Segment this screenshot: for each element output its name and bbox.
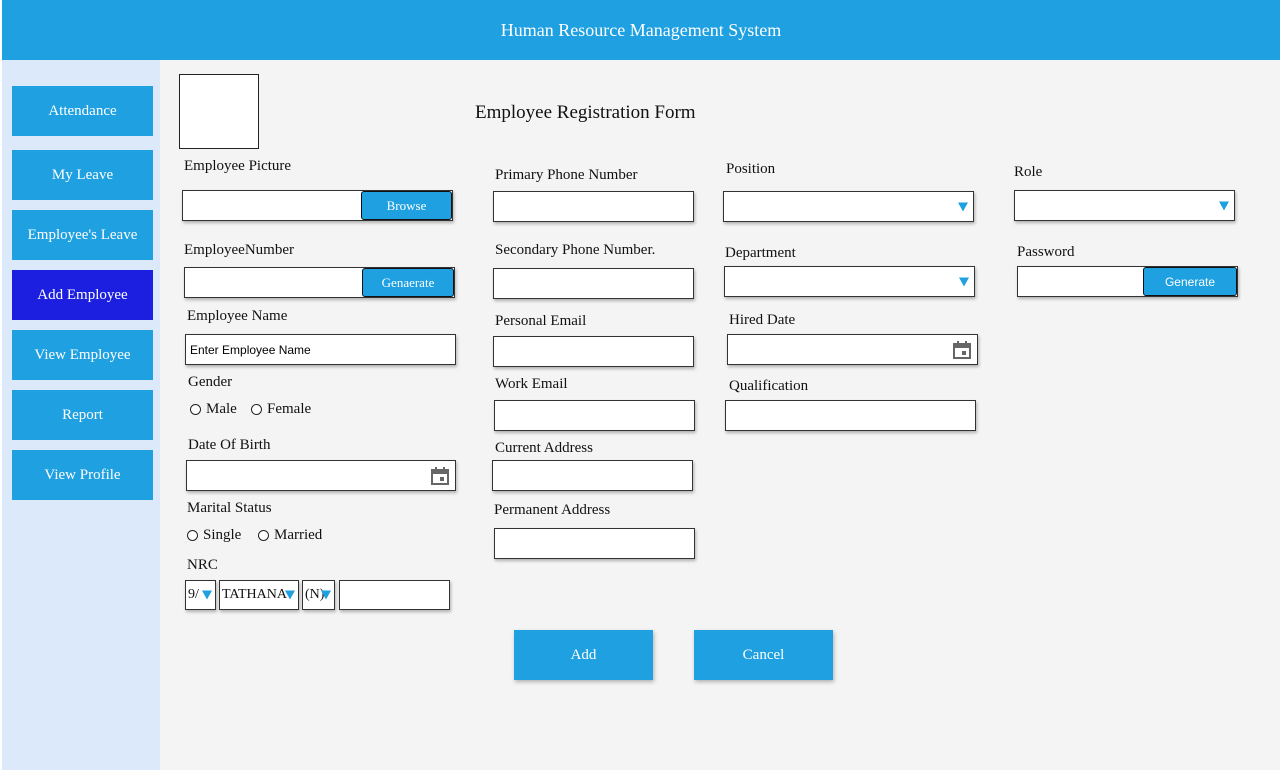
gender-label: Gender: [188, 374, 233, 390]
password-label: Password: [1017, 244, 1075, 260]
qualification-field[interactable]: [725, 400, 976, 431]
marital-single-option[interactable]: Single: [187, 527, 241, 544]
sidebar-item-attendance[interactable]: Attendance: [12, 86, 153, 136]
nrc-state-select[interactable]: 9/: [185, 580, 216, 610]
gender-male-radio[interactable]: [190, 404, 201, 415]
employee-picture-preview: [179, 74, 259, 149]
qualification-label: Qualification: [729, 378, 809, 394]
nrc-label: NRC: [187, 557, 218, 573]
role-select[interactable]: [1014, 190, 1235, 221]
nrc-number-field[interactable]: [339, 580, 450, 610]
marital-married-label: Married: [274, 527, 323, 543]
employee-name-input[interactable]: [186, 335, 455, 364]
chevron-down-icon: [202, 590, 212, 600]
chevron-down-icon: [321, 590, 331, 600]
marital-single-label: Single: [203, 527, 242, 543]
secondary-phone-label: Secondary Phone Number.: [495, 242, 656, 258]
gender-female-option[interactable]: Female: [251, 401, 311, 418]
app-header: Human Resource Management System: [2, 0, 1280, 60]
sidebar-item-view-profile[interactable]: View Profile: [12, 450, 153, 500]
calendar-icon[interactable]: [952, 340, 972, 360]
department-label: Department: [725, 245, 796, 261]
current-address-field[interactable]: [492, 460, 693, 491]
work-email-field[interactable]: [494, 400, 695, 431]
sidebar-item-employees-leave[interactable]: Employee's Leave: [12, 210, 153, 260]
calendar-icon[interactable]: [430, 466, 450, 486]
dob-field[interactable]: [186, 460, 456, 491]
nrc-state-value: 9/: [188, 587, 199, 602]
hired-date-field[interactable]: [727, 334, 978, 365]
employee-name-field: [185, 334, 456, 365]
sidebar-item-my-leave[interactable]: My Leave: [12, 150, 153, 200]
employee-name-label: Employee Name: [187, 308, 288, 324]
primary-phone-label: Primary Phone Number: [495, 167, 638, 183]
personal-email-field[interactable]: [493, 336, 694, 367]
permanent-address-field[interactable]: [494, 528, 695, 559]
hired-date-label: Hired Date: [729, 312, 796, 328]
secondary-phone-field[interactable]: [493, 268, 694, 299]
work-email-label: Work Email: [495, 376, 568, 392]
gender-male-label: Male: [206, 401, 237, 417]
generate-employee-number-button[interactable]: Genaerate: [362, 268, 454, 297]
marital-married-radio[interactable]: [258, 530, 269, 541]
cancel-button[interactable]: Cancel: [694, 630, 833, 680]
app-title: Human Resource Management System: [500, 19, 782, 40]
nrc-township-value: TATHANA: [222, 587, 287, 602]
nrc-type-select[interactable]: (N): [302, 580, 335, 610]
gender-male-option[interactable]: Male: [190, 401, 237, 418]
sidebar-item-report[interactable]: Report: [12, 390, 153, 440]
marital-single-radio[interactable]: [187, 530, 198, 541]
generate-password-button[interactable]: Generate: [1143, 267, 1237, 296]
gender-female-label: Female: [267, 401, 312, 417]
chevron-down-icon: [1219, 201, 1229, 210]
current-address-label: Current Address: [495, 440, 593, 456]
marital-married-option[interactable]: Married: [258, 527, 322, 544]
marital-status-label: Marital Status: [187, 500, 272, 516]
chevron-down-icon: [959, 277, 969, 286]
employee-number-label: EmployeeNumber: [184, 242, 294, 258]
form-title: Employee Registration Form: [475, 102, 696, 123]
position-select[interactable]: [723, 191, 974, 222]
employee-picture-label: Employee Picture: [184, 158, 292, 174]
chevron-down-icon: [958, 202, 968, 211]
sidebar: Attendance My Leave Employee's Leave Add…: [2, 60, 160, 770]
nrc-township-select[interactable]: TATHANA: [219, 580, 299, 610]
department-select[interactable]: [724, 266, 975, 297]
chevron-down-icon: [285, 590, 295, 600]
sidebar-item-view-employee[interactable]: View Employee: [12, 330, 153, 380]
gender-female-radio[interactable]: [251, 404, 262, 415]
personal-email-label: Personal Email: [495, 313, 587, 329]
registration-form: Employee Registration Form Employee Pict…: [160, 60, 1280, 770]
position-label: Position: [726, 161, 776, 177]
primary-phone-field[interactable]: [493, 191, 694, 222]
browse-button[interactable]: Browse: [361, 191, 452, 220]
permanent-address-label: Permanent Address: [494, 502, 611, 518]
role-label: Role: [1014, 164, 1043, 180]
sidebar-item-add-employee[interactable]: Add Employee: [12, 270, 153, 320]
add-button[interactable]: Add: [514, 630, 653, 680]
dob-label: Date Of Birth: [188, 437, 271, 453]
